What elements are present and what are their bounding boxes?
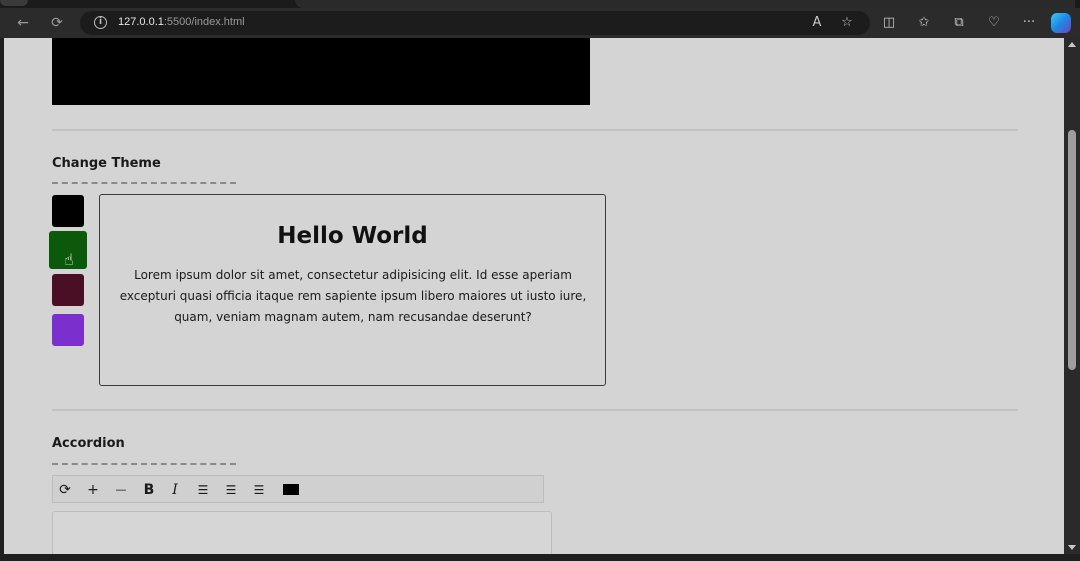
change-theme-title: Change Theme [52, 156, 161, 171]
address-url: 127.0.0.1:5500/index.html [118, 16, 245, 28]
window-bottom-edge [0, 554, 1080, 561]
title-underline [52, 182, 236, 184]
black-banner [52, 38, 590, 105]
browser-toolbar: ← ⟳ i 127.0.0.1:5500/index.html A ☆ ◫ ✩ … [0, 8, 1080, 38]
editor-content-area[interactable] [52, 511, 552, 554]
refresh-icon[interactable]: ⟳ [57, 480, 73, 500]
tab[interactable] [0, 0, 28, 6]
editor-toolbar: ⟳ + — B I ☰ ☰ ☰ [52, 475, 544, 503]
browser-essentials-icon[interactable]: ♡ [985, 14, 1003, 32]
align-center-icon[interactable]: ☰ [223, 480, 239, 500]
page-viewport: Change Theme ☝ Hello World Lorem ipsum d… [4, 38, 1064, 554]
tab-strip [0, 0, 1080, 8]
tab-strip-bg [295, 0, 1075, 8]
scrollbar[interactable] [1064, 38, 1080, 554]
theme-swatch-black[interactable] [52, 195, 84, 227]
theme-swatch-purple[interactable] [52, 314, 84, 346]
card-body: Lorem ipsum dolor sit amet, consectetur … [119, 268, 587, 324]
url-host: 127.0.0.1 [118, 16, 164, 28]
divider [52, 129, 1018, 131]
divider [52, 409, 1018, 411]
text-color-swatch[interactable] [283, 484, 299, 495]
split-screen-icon[interactable]: ◫ [880, 14, 898, 32]
more-menu-icon[interactable]: ··· [1020, 14, 1038, 32]
url-path: :5500/index.html [163, 16, 245, 28]
site-info-icon[interactable]: i [94, 16, 107, 29]
collections-icon[interactable]: ⧉ [950, 14, 968, 32]
hand-cursor-icon: ☝ [64, 250, 74, 269]
minus-icon[interactable]: — [113, 480, 129, 500]
scroll-up-arrow-icon[interactable] [1068, 42, 1076, 47]
theme-preview-card: Hello World Lorem ipsum dolor sit amet, … [99, 194, 606, 386]
bold-icon[interactable]: B [141, 480, 157, 500]
plus-icon[interactable]: + [85, 480, 101, 500]
align-left-icon[interactable]: ☰ [195, 480, 211, 500]
favorites-icon[interactable]: ✩ [915, 14, 933, 32]
italic-icon[interactable]: I [167, 480, 183, 500]
address-bar[interactable]: i 127.0.0.1:5500/index.html [80, 11, 870, 35]
scroll-down-arrow-icon[interactable] [1068, 545, 1076, 550]
theme-swatch-maroon[interactable] [52, 274, 84, 306]
reload-icon[interactable]: ⟳ [48, 14, 66, 32]
scroll-thumb[interactable] [1068, 130, 1076, 370]
card-title: Hello World [277, 223, 428, 249]
copilot-icon[interactable] [1051, 13, 1071, 33]
read-aloud-icon[interactable]: A [808, 14, 826, 32]
accordion-title: Accordion [52, 436, 125, 451]
back-icon[interactable]: ← [14, 14, 32, 32]
title-underline [52, 463, 236, 465]
favorite-star-icon[interactable]: ☆ [838, 14, 856, 32]
align-right-icon[interactable]: ☰ [251, 480, 267, 500]
